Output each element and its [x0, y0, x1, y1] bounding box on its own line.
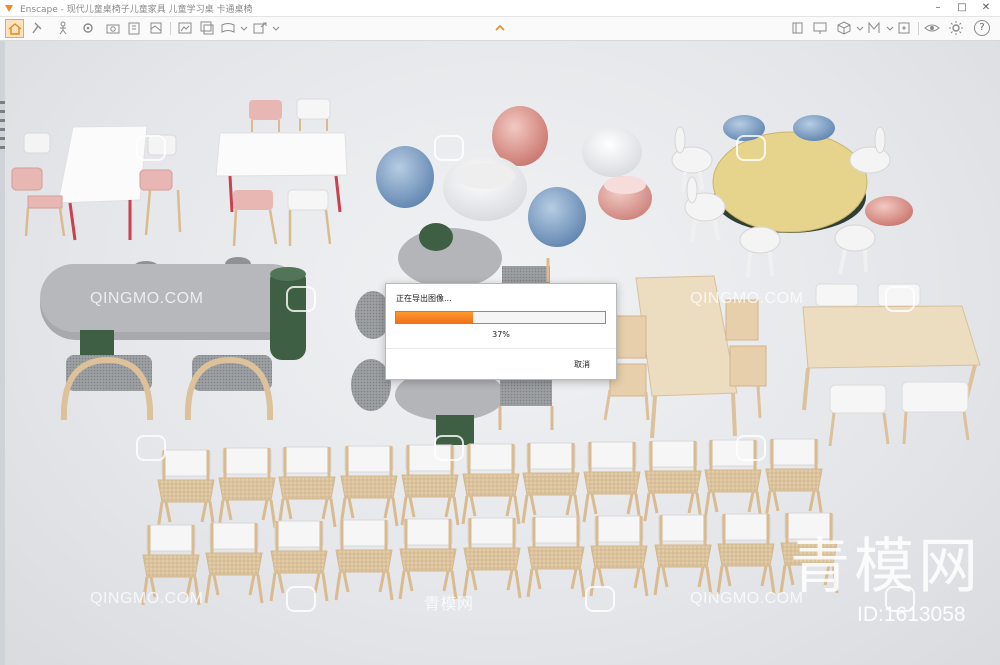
- watermark-logo-icon: [286, 586, 316, 612]
- chair-rows: [141, 437, 839, 607]
- watermark-id: ID:1613058: [857, 603, 966, 626]
- egg-chairs: [376, 106, 652, 247]
- cancel-button[interactable]: 取消: [574, 359, 590, 370]
- watermark-logo-icon: [434, 435, 464, 461]
- export-progress-dialog: 正在导出图像... 37% 取消: [385, 283, 617, 380]
- watermark-logo-icon: [136, 135, 166, 161]
- watermark-logo-icon: [136, 435, 166, 461]
- batch-icon[interactable]: [199, 20, 215, 36]
- progress-fill: [396, 312, 474, 323]
- watermark-logo-icon: [736, 435, 766, 461]
- cube-icon[interactable]: [836, 20, 852, 36]
- oval-table-set: [40, 257, 306, 421]
- dialog-title: 正在导出图像...: [396, 294, 452, 303]
- watermark-text: QINGMO.COM: [690, 590, 804, 607]
- watermark-logo-icon: [736, 135, 766, 161]
- watermark-text-cn: 青模网: [424, 596, 474, 613]
- watermark-logo-icon: [585, 586, 615, 612]
- panorama-icon[interactable]: [220, 20, 236, 36]
- toolbar: ?: [0, 17, 1000, 41]
- toolbar-separator: [918, 22, 919, 35]
- maximize-button[interactable]: □: [950, 0, 974, 16]
- watermark-logo-icon: [434, 135, 464, 161]
- camera-icon[interactable]: [105, 20, 121, 36]
- render-icon[interactable]: [148, 20, 164, 36]
- watermark-text-cn: 青模网: [424, 2, 465, 17]
- collapse-toolbar-icon[interactable]: [494, 22, 506, 34]
- gear-icon[interactable]: [948, 20, 964, 36]
- close-button[interactable]: ✕: [974, 0, 998, 16]
- visibility-icon[interactable]: [924, 20, 940, 36]
- book-icon[interactable]: [790, 20, 806, 36]
- round-table-set: [671, 115, 913, 279]
- chevron-down-icon[interactable]: [236, 20, 248, 36]
- enscape-logo-icon: [5, 5, 13, 12]
- settings-icon[interactable]: [80, 20, 96, 36]
- building-icon[interactable]: [126, 20, 142, 36]
- export-icon[interactable]: [252, 20, 268, 36]
- screenshot-icon[interactable]: [177, 20, 193, 36]
- asset-icon[interactable]: [896, 20, 912, 36]
- chevron-down-icon[interactable]: [852, 20, 864, 36]
- window-title: Enscape - 现代儿童桌椅子儿童家具 儿童学习桌 卡通桌椅: [20, 5, 253, 15]
- presentation-icon[interactable]: [812, 20, 828, 36]
- export-progress-bar: [395, 311, 606, 324]
- toolbar-separator: [170, 22, 171, 35]
- watermark-logo-icon: [885, 286, 915, 312]
- enscape-window: Enscape - 现代儿童桌椅子儿童家具 儿童学习桌 卡通桌椅 – □ ✕ ?…: [0, 0, 1000, 665]
- home-icon[interactable]: [5, 19, 24, 38]
- watermark-text: QINGMO.COM: [690, 290, 804, 307]
- pin-icon[interactable]: [30, 20, 46, 36]
- title-bar: Enscape - 现代儿童桌椅子儿童家具 儿童学习桌 卡通桌椅 – □ ✕: [0, 0, 1000, 17]
- watermark-brand: 青模网: [790, 532, 982, 602]
- dialog-divider: [386, 348, 616, 349]
- material-icon[interactable]: [866, 20, 882, 36]
- help-icon[interactable]: ?: [974, 20, 990, 36]
- watermark-text: QINGMO.COM: [90, 590, 204, 607]
- watermark-text: QINGMO.COM: [90, 290, 204, 307]
- watermark-logo-icon: [286, 286, 316, 312]
- chevron-down-icon[interactable]: [882, 20, 894, 36]
- kids-table-set-2: [215, 98, 348, 247]
- walk-icon[interactable]: [55, 20, 71, 36]
- progress-percent: 37%: [492, 330, 510, 339]
- chevron-down-icon[interactable]: [268, 20, 280, 36]
- minimize-button[interactable]: –: [926, 0, 950, 16]
